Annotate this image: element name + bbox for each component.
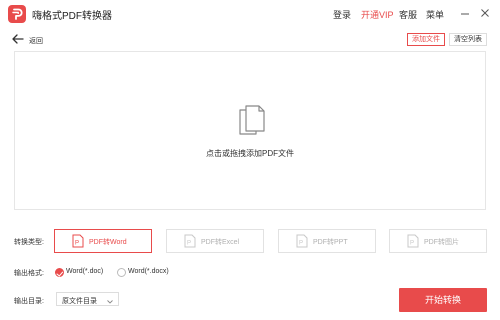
output-dir-value: 原文件目录: [62, 298, 97, 305]
convert-to-excel-button[interactable]: P PDF转Excel: [166, 229, 264, 253]
add-file-button[interactable]: 添加文件: [407, 33, 445, 46]
file-stack-icon: [237, 104, 269, 138]
svg-text:P: P: [299, 241, 303, 247]
chevron-down-icon: [107, 297, 113, 304]
conversion-type-label: 转换类型:: [14, 239, 44, 246]
service-link[interactable]: 客服: [399, 8, 417, 21]
pdf-file-icon: P: [296, 234, 308, 248]
pdf-file-icon: P: [72, 234, 84, 248]
pdf-file-icon: P: [184, 234, 196, 248]
back-button[interactable]: 返回: [29, 36, 43, 46]
app-title: 嗨格式PDF转换器: [32, 11, 112, 22]
title-bar: 嗨格式PDF转换器 登录 开通VIP 客服 菜单: [0, 0, 500, 28]
format-docx-label[interactable]: Word(*.docx): [128, 268, 169, 275]
vip-link[interactable]: 开通VIP: [361, 8, 394, 21]
convert-to-word-button[interactable]: P PDF转Word: [54, 229, 152, 253]
start-convert-button[interactable]: 开始转换: [399, 288, 487, 312]
output-format-label: 输出格式:: [14, 270, 44, 277]
drop-hint-text: 点击或拖拽添加PDF文件: [206, 149, 294, 158]
convert-to-ppt-button[interactable]: P PDF转PPT: [278, 229, 376, 253]
menu-link[interactable]: 菜单: [426, 8, 444, 21]
convert-option-label: PDF转PPT: [313, 239, 348, 246]
back-arrow-icon[interactable]: [12, 34, 24, 44]
format-doc-label[interactable]: Word(*.doc): [66, 268, 103, 275]
svg-text:P: P: [410, 241, 414, 247]
login-link[interactable]: 登录: [333, 8, 351, 21]
app-logo-icon: [8, 5, 26, 23]
convert-option-label: PDF转图片: [424, 239, 459, 246]
format-doc-radio[interactable]: [55, 268, 64, 277]
convert-option-label: PDF转Excel: [201, 239, 240, 246]
svg-text:P: P: [187, 241, 191, 247]
format-docx-radio[interactable]: [117, 268, 126, 277]
svg-text:P: P: [75, 241, 79, 247]
convert-option-label: PDF转Word: [89, 239, 127, 246]
file-drop-zone[interactable]: 点击或拖拽添加PDF文件: [14, 51, 486, 210]
output-dir-label: 输出目录:: [14, 298, 44, 305]
pdf-file-icon: P: [407, 234, 419, 248]
close-icon[interactable]: [478, 6, 492, 20]
output-dir-select[interactable]: 原文件目录: [56, 292, 119, 306]
minimize-icon[interactable]: [458, 6, 472, 20]
clear-list-button[interactable]: 清空列表: [449, 33, 487, 46]
convert-to-image-button[interactable]: P PDF转图片: [389, 229, 487, 253]
